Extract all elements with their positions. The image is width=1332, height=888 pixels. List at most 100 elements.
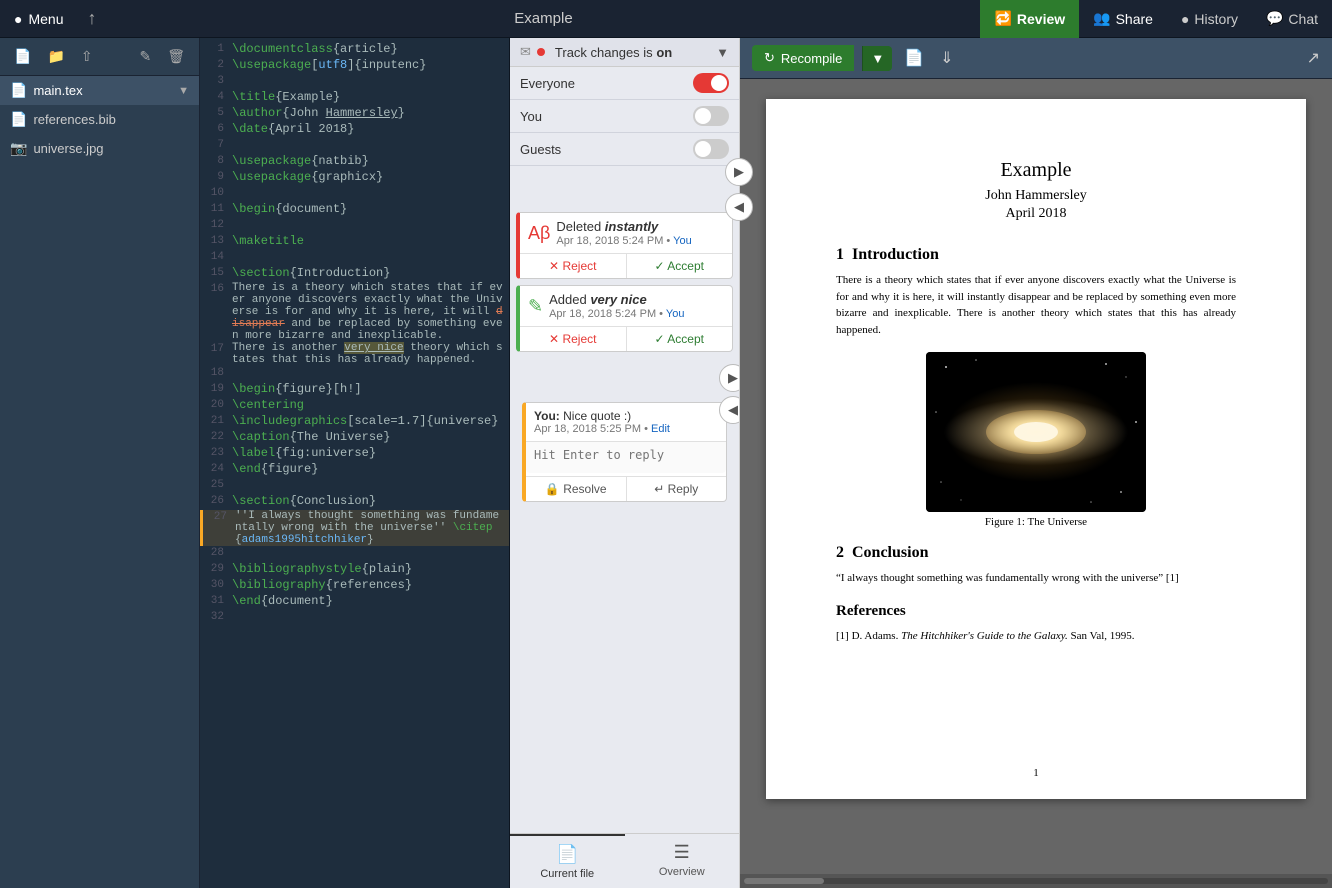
overview-icon: ☰ — [674, 842, 690, 863]
pdf-galaxy-image — [926, 352, 1146, 512]
pdf-page: Example John Hammersley April 2018 1 Int… — [766, 99, 1306, 799]
tab-current-file-label: Current file — [540, 868, 594, 880]
menu-button[interactable]: ● Menu — [0, 0, 78, 37]
toggle-guests-label: Guests — [520, 142, 693, 157]
nav-right-upper[interactable]: ▶ — [725, 158, 753, 186]
reject-added-button[interactable]: ✕ Reject — [520, 327, 627, 351]
editor-content[interactable]: 1 \documentclass{article} 2 \usepackage[… — [200, 38, 509, 888]
pdf-refs-heading: References — [836, 603, 1236, 620]
editor-panel: 1 \documentclass{article} 2 \usepackage[… — [200, 38, 510, 888]
delete-button[interactable]: 🗑 — [161, 44, 191, 69]
reject-deleted-button[interactable]: ✕ Reject — [520, 254, 627, 278]
editor-line: 18 — [200, 366, 509, 382]
review-spacer — [510, 166, 739, 206]
img-file-icon: 📷 — [10, 140, 27, 157]
accept-added-button[interactable]: ✓ Accept — [627, 327, 733, 351]
editor-line: 2 \usepackage[utf8]{inputenc} — [200, 58, 509, 74]
current-file-icon: 📄 — [556, 844, 578, 865]
sidebar-file-img-label: universe.jpg — [33, 141, 103, 156]
main-layout: 📄 📁 ⇧ ✎ 🗑 📄 main.tex ▼ 📄 references.bib … — [0, 38, 1332, 888]
editor-line: 16 There is a theory which states that i… — [200, 282, 509, 342]
pdf-section1-heading: 1 Introduction — [836, 246, 1236, 264]
comment-reply-input[interactable] — [526, 441, 726, 473]
toggle-you-switch[interactable] — [693, 106, 729, 126]
nav-left-upper[interactable]: ◀ — [725, 193, 753, 221]
review-icon: 🔁 — [994, 10, 1011, 27]
editor-line: 15 \section{Introduction} — [200, 266, 509, 282]
editor-line: 4 \title{Example} — [200, 90, 509, 106]
pdf-refs-body: [1] D. Adams. The Hitchhiker's Guide to … — [836, 628, 1236, 645]
editor-line: 1 \documentclass{article} — [200, 42, 509, 58]
history-icon: ● — [1181, 11, 1189, 27]
toggle-guests-knob — [695, 141, 711, 157]
history-button[interactable]: ● History — [1167, 0, 1252, 38]
editor-line: 14 — [200, 250, 509, 266]
recompile-button[interactable]: ↻ Recompile — [752, 45, 854, 71]
menu-label: Menu — [28, 11, 63, 27]
pdf-download-icon[interactable]: ⇓ — [936, 44, 957, 72]
sidebar-item-universe-jpg[interactable]: 📷 universe.jpg — [0, 134, 199, 163]
change-card-added: ✎ Added very nice Apr 18, 2018 5:24 PM •… — [516, 285, 733, 352]
toggle-you-label: You — [520, 109, 693, 124]
editor-line: 25 — [200, 478, 509, 494]
sidebar-toolbar: 📄 📁 ⇧ ✎ 🗑 — [0, 38, 199, 76]
comment-edit-link[interactable]: Edit — [651, 423, 670, 435]
toggle-guests-switch[interactable] — [693, 139, 729, 159]
editor-line: 26 \section{Conclusion} — [200, 494, 509, 510]
undo-button[interactable]: ↑ — [78, 8, 107, 29]
upload-button[interactable]: ⇧ — [75, 44, 99, 69]
accept-deleted-button[interactable]: ✓ Accept — [627, 254, 733, 278]
editor-line: 6 \date{April 2018} — [200, 122, 509, 138]
new-file-button[interactable]: 📄 — [8, 44, 37, 69]
editor-line: 23 \label{fig:universe} — [200, 446, 509, 462]
pdf-author: John Hammersley — [836, 188, 1236, 204]
new-folder-button[interactable]: 📁 — [41, 44, 70, 69]
recompile-icon: ↻ — [764, 50, 775, 66]
editor-line: 20 \centering — [200, 398, 509, 414]
nav-right-comment[interactable]: ▶ — [719, 364, 739, 392]
track-changes-dropdown-icon[interactable]: ▼ — [716, 45, 729, 60]
pdf-scrollbar[interactable] — [740, 874, 1332, 888]
topbar-actions: 🔁 Review 👥 Share ● History 💬 Chat — [980, 0, 1332, 38]
editor-line: 8 \usepackage{natbib} — [200, 154, 509, 170]
editor-line: 32 — [200, 610, 509, 626]
recompile-dropdown-button[interactable]: ▼ — [862, 46, 892, 71]
nav-left-comment[interactable]: ◀ — [719, 396, 739, 424]
added-change-icon: ✎ — [528, 296, 543, 317]
pdf-page-number: 1 — [766, 767, 1306, 779]
editor-line: 21 \includegraphics[scale=1.7]{universe} — [200, 414, 509, 430]
resolve-button[interactable]: 🔒 Resolve — [526, 477, 627, 501]
editor-line: 12 — [200, 218, 509, 234]
editor-line: 31 \end{document} — [200, 594, 509, 610]
toggle-everyone-row: Everyone — [510, 67, 739, 100]
editor-line: 5 \author{John Hammersley} — [200, 106, 509, 122]
editor-line: 13 \maketitle — [200, 234, 509, 250]
review-panel: ✉ Track changes is on ▼ Everyone You Gue… — [510, 38, 740, 888]
tab-overview[interactable]: ☰ Overview — [625, 834, 740, 888]
reply-button[interactable]: ↵ Reply — [627, 477, 727, 501]
track-changes-label: Track changes is on — [555, 45, 672, 60]
tab-current-file[interactable]: 📄 Current file — [510, 834, 625, 888]
toggle-everyone-knob — [711, 75, 727, 91]
bib-file-icon: 📄 — [10, 111, 27, 128]
share-icon: 👥 — [1093, 10, 1110, 27]
chat-button[interactable]: 💬 Chat — [1252, 0, 1332, 38]
toggle-everyone-switch[interactable] — [693, 73, 729, 93]
share-button[interactable]: 👥 Share — [1079, 0, 1167, 38]
pdf-fullscreen-icon[interactable]: ↗ — [1307, 48, 1320, 68]
pdf-toolbar: ↻ Recompile ▼ 📄 ⇓ ↗ — [740, 38, 1332, 79]
sidebar-item-references-bib[interactable]: 📄 references.bib — [0, 105, 199, 134]
toggle-guests-row: Guests — [510, 133, 739, 166]
sidebar-item-main-tex[interactable]: 📄 main.tex ▼ — [0, 76, 199, 105]
review-button[interactable]: 🔁 Review — [980, 0, 1079, 38]
editor-line-27: 27 ''I always thought something was fund… — [200, 510, 509, 546]
comment-meta: Apr 18, 2018 5:25 PM • Edit — [534, 423, 718, 435]
toggle-everyone-label: Everyone — [520, 76, 693, 91]
sidebar: 📄 📁 ⇧ ✎ 🗑 📄 main.tex ▼ 📄 references.bib … — [0, 38, 200, 888]
sidebar-file-main-tex-label: main.tex — [33, 83, 82, 98]
change-card-deleted: Αβ Deleted instantly Apr 18, 2018 5:24 P… — [516, 212, 733, 279]
pdf-view-icon[interactable]: 📄 — [900, 44, 928, 72]
rename-button[interactable]: ✎ — [133, 44, 157, 69]
chat-icon: 💬 — [1266, 10, 1283, 27]
editor-line: 28 — [200, 546, 509, 562]
